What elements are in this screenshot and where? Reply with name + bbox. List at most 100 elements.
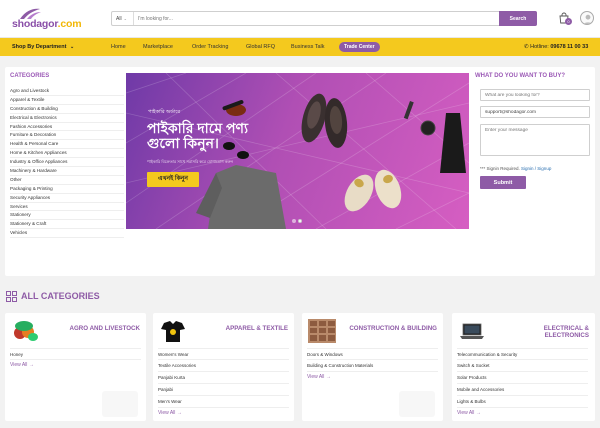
buy-message-textarea[interactable]	[480, 124, 590, 156]
watch-icon	[420, 120, 436, 136]
view-all-label: View All	[457, 410, 475, 416]
list-item[interactable]: Panjabi Kurta	[158, 372, 289, 384]
category-list: Agro and Livestock Apparel & Textile Const…	[10, 87, 124, 239]
slide-dot-1[interactable]	[292, 219, 296, 223]
list-item[interactable]: Textile Accessories	[158, 360, 289, 372]
sidebar-category-item[interactable]: Construction & Building	[10, 105, 124, 114]
list-item[interactable]: Doors & Windows	[307, 348, 438, 360]
sidebar-category-item[interactable]: Electrical & Electronics	[10, 114, 124, 123]
search-button[interactable]: Search	[499, 11, 537, 26]
category-card-title[interactable]: ELECTRICAL & ELECTRONICS	[499, 325, 589, 339]
hero-panel: CATEGORIES Agro and Livestock Apparel & T…	[5, 67, 595, 276]
banner-slide-dots	[292, 219, 304, 225]
all-categories-title: ALL CATEGORIES	[21, 291, 100, 301]
list-item[interactable]: Lights & Bulbs	[457, 396, 588, 408]
category-card-list: Honey View All →	[10, 348, 141, 371]
arrow-right-icon: →	[176, 410, 182, 416]
buy-email-input[interactable]	[480, 106, 590, 118]
arrow-right-icon: →	[28, 362, 34, 368]
sidebar-category-item[interactable]: Furniture & Decoration	[10, 131, 124, 141]
nav-trade-center[interactable]: Trade Center	[339, 42, 380, 52]
sidebar-category-item[interactable]: Stationery & Craft	[10, 220, 124, 230]
category-card-electrical: ELECTRICAL & ELECTRONICS Telecommunicati…	[452, 313, 595, 421]
category-card-title[interactable]: APPAREL & TEXTILE	[198, 325, 288, 332]
list-item[interactable]: Switch & Socket	[457, 360, 588, 372]
buy-submit-button[interactable]: Submit	[480, 176, 526, 189]
signin-notice: *** Signin Required. Signin / Signup	[480, 166, 551, 171]
sidebar-category-item[interactable]: Agro and Livestock	[10, 87, 124, 96]
logo-name: shodagor	[12, 18, 58, 30]
list-item[interactable]: Solar Products	[457, 372, 588, 384]
sidebar-category-item[interactable]: Health & Personal Care	[10, 140, 124, 150]
list-item[interactable]: Mobile and Accessories	[457, 384, 588, 396]
sidebar-category-item[interactable]: Other	[10, 176, 124, 185]
arrow-right-icon: →	[325, 374, 331, 380]
sidebar-category-item[interactable]: Machinery & Hardware	[10, 167, 124, 176]
category-card-title[interactable]: AGRO AND LIVESTOCK	[50, 325, 140, 332]
view-all-link[interactable]: View All →	[457, 408, 588, 419]
category-card-title[interactable]: CONSTRUCTION & BUILDING	[347, 325, 437, 332]
nav-global-rfq[interactable]: Global RFQ	[246, 38, 275, 56]
categories-title: CATEGORIES	[10, 73, 50, 79]
sidebar-category-item[interactable]: Packaging & Printing	[10, 185, 124, 194]
sidebar-category-item[interactable]: Apparel & Textile	[10, 96, 124, 105]
nav-order-tracking[interactable]: Order Tracking	[192, 38, 228, 56]
list-item[interactable]: Building & Construction Materials	[307, 360, 438, 372]
view-all-link[interactable]: View All →	[307, 372, 438, 383]
hotline[interactable]: ✆ Hotline: 09678 11 00 33	[524, 38, 588, 56]
search-input[interactable]	[138, 12, 468, 25]
main-nav: Shop By Department ⌄ Home Marketplace Or…	[0, 38, 600, 56]
top-header: shodagor.com All⌄ Search 0	[0, 0, 600, 38]
logo-suffix: .com	[57, 18, 82, 30]
signin-required-text: *** Signin Required.	[480, 166, 520, 171]
lipstick-icon	[403, 101, 414, 120]
list-item[interactable]: Honey	[10, 348, 141, 360]
search-category-value: All	[116, 16, 122, 22]
department-label: Shop By Department	[12, 44, 67, 50]
shoe-icon	[301, 93, 348, 148]
list-item[interactable]: Telecommunication & Security	[457, 348, 588, 360]
search-category-select[interactable]: All ⌄	[112, 12, 134, 25]
sidebar-category-item[interactable]: Industry & Office Appliances	[10, 158, 124, 168]
buy-looking-for-input[interactable]	[480, 89, 590, 101]
hotline-number: 09678 11 00 33	[550, 44, 589, 50]
nav-marketplace[interactable]: Marketplace	[143, 38, 173, 56]
view-all-link[interactable]: View All →	[10, 360, 141, 371]
category-card-agro: AGRO AND LIVESTOCK Honey View All →	[5, 313, 146, 421]
view-all-label: View All	[10, 362, 28, 368]
shop-by-department-menu[interactable]: Shop By Department ⌄	[12, 38, 74, 56]
cart-button[interactable]: 0	[558, 12, 572, 25]
laptop-icon	[460, 323, 484, 339]
card-watermark	[399, 391, 435, 417]
vegetables-icon	[14, 321, 38, 341]
list-item[interactable]: Women's Wear	[158, 348, 289, 360]
flat-shoes-icon	[344, 169, 402, 212]
buy-request-title: WHAT DO YOU WANT TO BUY?	[475, 73, 565, 79]
promo-banner[interactable]: পাইকারি অর্ডারে পাইকারি দামে পণ্য গুলো ক…	[126, 73, 469, 229]
user-avatar[interactable]	[580, 11, 594, 25]
list-item[interactable]: Panjabi	[158, 384, 289, 396]
view-all-label: View All	[307, 374, 325, 380]
slide-dot-2[interactable]	[298, 219, 302, 223]
chevron-down-icon: ⌄	[69, 44, 75, 50]
sidebar-category-item[interactable]: Services	[10, 203, 124, 212]
sidebar-category-item[interactable]: Home & Kitchen Appliances	[10, 149, 124, 159]
site-logo[interactable]: shodagor.com	[10, 8, 82, 32]
view-all-label: View All	[158, 410, 176, 416]
sunglasses-icon	[223, 142, 249, 159]
sidebar-category-item[interactable]: Fashion Accessories	[10, 123, 124, 132]
nav-business-talk[interactable]: Business Talk	[291, 38, 325, 56]
sweater-icon	[208, 165, 286, 229]
hotline-label: Hotline:	[530, 44, 549, 50]
cart-count-badge: 0	[565, 18, 572, 25]
tshirt-icon	[161, 321, 185, 342]
category-card-list: Telecommunication & Security Switch & So…	[457, 348, 588, 419]
list-item[interactable]: Men's Wear	[158, 396, 289, 408]
sidebar-category-item[interactable]: Security Appliances	[10, 194, 124, 203]
nav-home[interactable]: Home	[111, 38, 126, 56]
sidebar-category-item[interactable]: Stationery	[10, 211, 124, 221]
sidebar-category-item[interactable]: Vehicles	[10, 229, 124, 239]
signin-signup-link[interactable]: Signin / Signup	[521, 166, 551, 171]
chevron-down-icon: ⌄	[123, 16, 127, 21]
view-all-link[interactable]: View All →	[158, 408, 289, 419]
